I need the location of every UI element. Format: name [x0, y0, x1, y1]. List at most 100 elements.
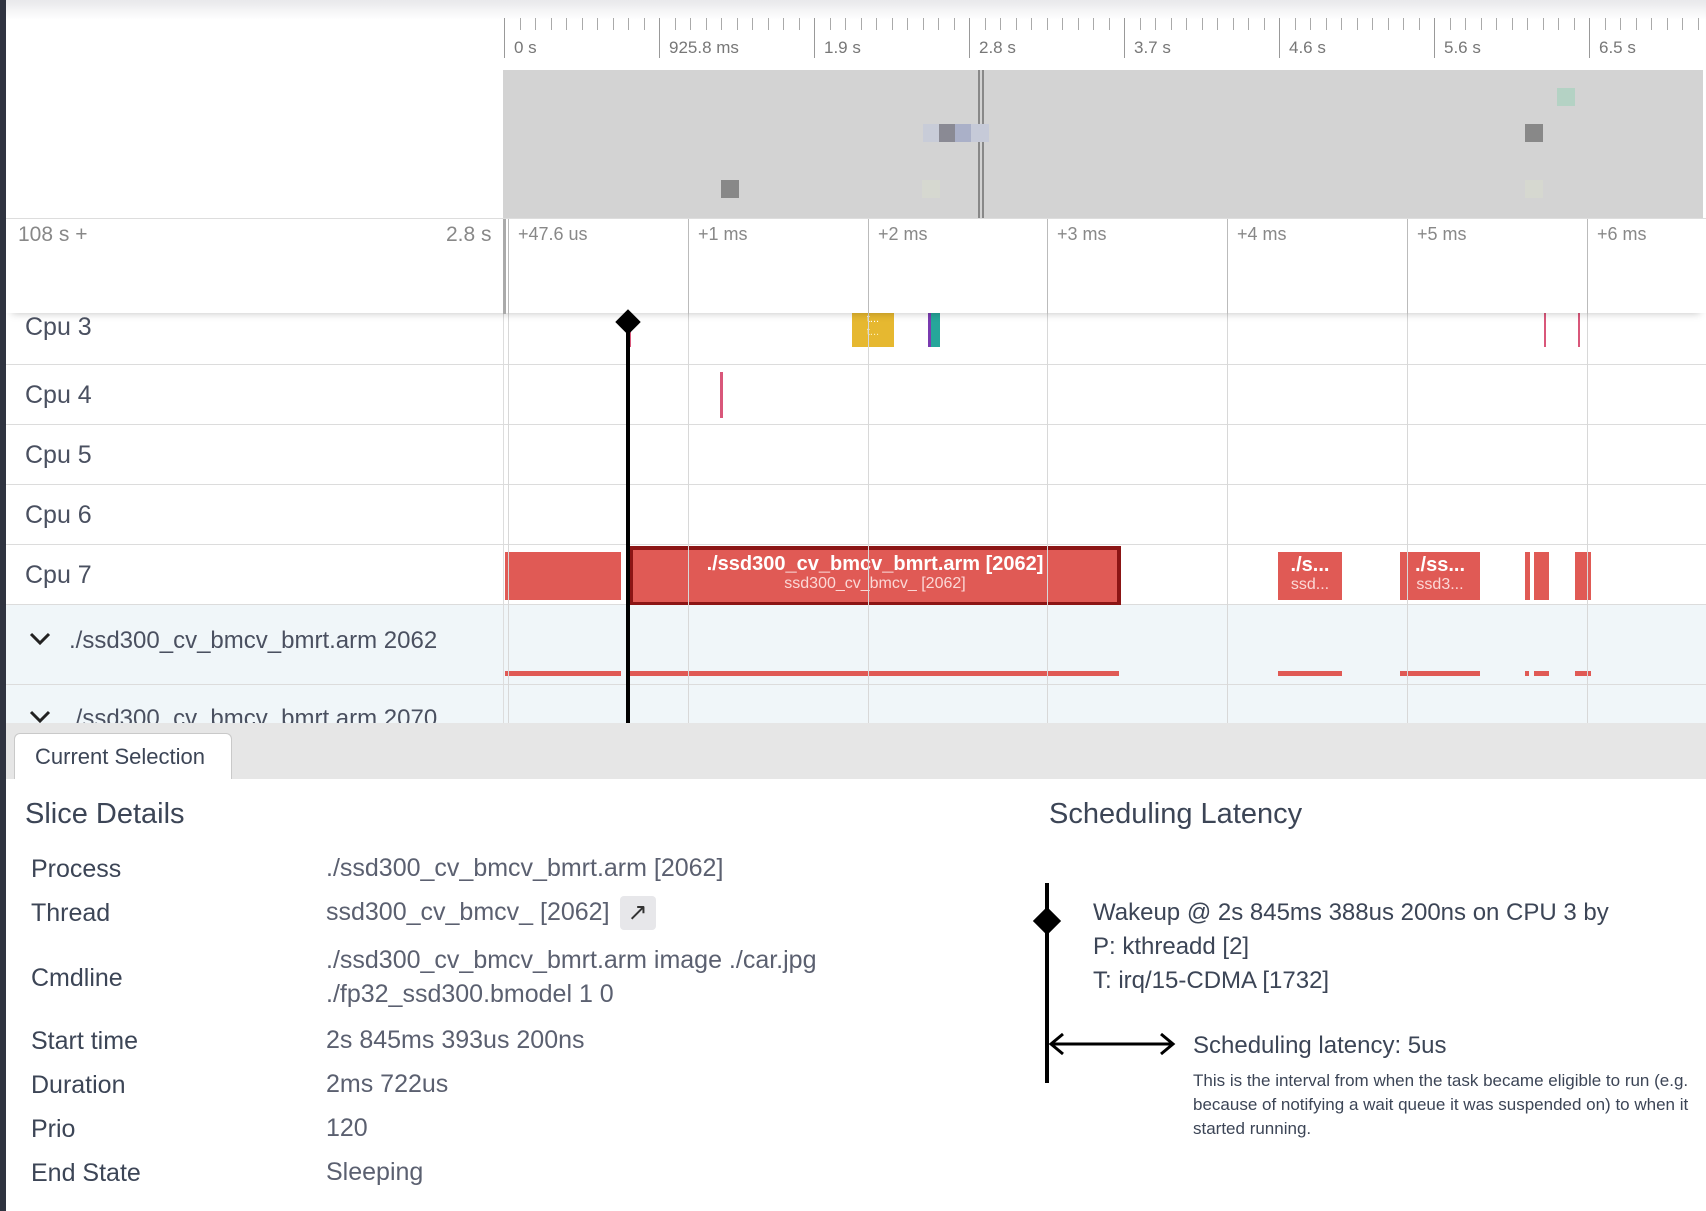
overview-minor-tick: [1000, 18, 1001, 30]
cpu7-slice[interactable]: [1534, 552, 1549, 600]
overview-ruler[interactable]: 0 s 925.8 ms 1.9 s 2.8 s 3.7 s 4.6 s 5.6 s 6.5 …: [503, 14, 1703, 60]
overview-minor-tick: [721, 18, 722, 30]
overview-minor-tick: [1155, 18, 1156, 30]
track-canvas[interactable]: t... t...: [503, 313, 1706, 364]
overview-major-tick: [1124, 18, 1125, 58]
perfetto-ui: 0 s 925.8 ms 1.9 s 2.8 s 3.7 s 4.6 s 5.6 s 6.5 …: [0, 0, 1706, 1211]
overview-minor-tick: [550, 18, 552, 30]
overview-minor-tick: [1201, 18, 1203, 30]
thread-name: ssd300_cv_bmcv_ [2062]: [326, 898, 610, 926]
track-process-2062[interactable]: ./ssd300_cv_bmcv_bmrt.arm 2062: [6, 605, 1706, 685]
overview-minor-tick: [798, 18, 800, 30]
cpu7-slice[interactable]: [1525, 552, 1530, 600]
cpu4-slice-pink[interactable]: [720, 372, 723, 418]
ruler-tick: [1227, 219, 1228, 314]
overview-activity-block: [1525, 124, 1543, 142]
overview-activity-block: [1525, 180, 1543, 198]
slice-subtitle: ssd...: [1290, 576, 1330, 593]
cpu3-slice-pink[interactable]: [1578, 313, 1580, 347]
track-process-2070[interactable]: ./ssd300_cv_bmcv_bmrt.arm 2070: [6, 685, 1706, 723]
slice-title: ./ssd300_cv_bmcv_bmrt.arm [2062]: [706, 553, 1044, 575]
overview-heatmap[interactable]: [503, 70, 1703, 218]
overview-minor-tick: [1573, 18, 1575, 30]
overview-minor-tick: [1697, 18, 1699, 30]
ruler-offset-time: 2.8 s: [446, 223, 492, 246]
track-cpu7[interactable]: Cpu 7 ./ssd300_cv_bmcv_bmrt.arm [2062] s…: [6, 545, 1706, 606]
overview-minor-tick: [1108, 18, 1110, 30]
cpu7-slice[interactable]: ./ss... ssd3...: [1400, 552, 1480, 600]
detail-value-start-time: 2s 845ms 393us 200ns: [326, 1026, 585, 1054]
wakeup-text: Wakeup @ 2s 845ms 388us 200ns on CPU 3 b…: [1093, 899, 1609, 926]
overview-minor-tick: [1666, 18, 1668, 30]
waker-process: P: kthreadd [2]: [1093, 933, 1250, 960]
track-label: Cpu 3: [25, 313, 92, 341]
detail-key: Duration: [31, 1071, 126, 1099]
cpu3-slice-pink[interactable]: [1544, 313, 1546, 347]
ruler-tick: [1047, 219, 1048, 314]
overview-minor-tick: [1031, 18, 1032, 30]
overview-minor-tick: [1635, 18, 1637, 30]
process-activity-bar: [1278, 671, 1342, 676]
track-canvas[interactable]: [503, 605, 1706, 684]
overview-tick-label: 2.8 s: [979, 38, 1016, 57]
track-area[interactable]: Cpu 3 t... t... Cpu 4 Cpu 5 Cpu 6 Cpu 7 …: [6, 313, 1706, 723]
overview-visible-window-marker[interactable]: [978, 70, 984, 218]
overview-minor-tick: [1449, 18, 1451, 30]
detail-key: Cmdline: [31, 964, 123, 992]
waker-thread: T: irq/15-CDMA [1732]: [1093, 967, 1330, 994]
track-canvas[interactable]: [503, 485, 1706, 544]
detail-value-duration: 2ms 722us: [326, 1070, 449, 1098]
chevron-down-icon[interactable]: [28, 709, 52, 723]
overview-activity-block: [721, 180, 739, 198]
ruler-tick: [508, 219, 509, 314]
track-grid-line: [1407, 313, 1408, 723]
overview-minor-tick: [1496, 18, 1497, 30]
track-canvas[interactable]: [503, 685, 1706, 723]
cpu7-slice[interactable]: [505, 552, 621, 600]
overview-minor-tick: [938, 18, 939, 30]
overview-minor-tick: [1620, 18, 1621, 30]
overview-minor-tick: [767, 18, 769, 30]
overview-minor-tick: [535, 18, 536, 30]
overview-minor-tick: [1232, 18, 1234, 30]
overview-tick-label: 1.9 s: [824, 38, 861, 57]
track-canvas[interactable]: [503, 425, 1706, 484]
overview-minor-tick: [1248, 18, 1249, 30]
overview-major-tick: [814, 18, 815, 58]
detail-value-thread: ssd300_cv_bmcv_ [2062] ↗: [326, 895, 656, 931]
chevron-down-icon[interactable]: [28, 631, 52, 652]
overview-minor-tick: [1077, 18, 1079, 30]
overview-activity-block: [1557, 88, 1575, 106]
detail-key: Process: [31, 855, 122, 883]
slice-subtitle: ssd3...: [1416, 576, 1464, 593]
cpu3-slice-purple[interactable]: [928, 313, 931, 347]
cpu7-slice[interactable]: [1575, 552, 1591, 600]
time-ruler[interactable]: 108 s + 2.8 s +47.6 us +1 ms +2 ms +3 ms +4 …: [6, 218, 1706, 314]
ruler-divider[interactable]: [503, 219, 506, 314]
overview-minor-tick: [1341, 18, 1342, 30]
ruler-tick-label: +2 ms: [878, 224, 928, 244]
detail-key: End State: [31, 1159, 141, 1187]
overview-minor-tick: [1139, 18, 1141, 30]
process-activity-bar: [629, 671, 1119, 676]
track-canvas[interactable]: ./ssd300_cv_bmcv_bmrt.arm [2062] ssd300_…: [503, 545, 1706, 606]
detail-value-cmdline: ./ssd300_cv_bmcv_bmrt.arm image ./car.jp…: [326, 943, 816, 1011]
track-cpu3[interactable]: Cpu 3 t... t...: [6, 313, 1706, 365]
overview-minor-tick: [674, 18, 676, 30]
track-cpu6[interactable]: Cpu 6: [6, 485, 1706, 545]
tab-current-selection[interactable]: Current Selection: [14, 733, 232, 781]
arrow-up-right-icon[interactable]: ↗: [619, 896, 656, 931]
slice-subtitle: t...: [866, 326, 880, 338]
ruler-tick-label: +5 ms: [1417, 224, 1467, 244]
cpu7-slice[interactable]: ./s... ssd...: [1278, 552, 1342, 600]
overview-minor-tick: [628, 18, 629, 30]
wakeup-flag-line: [626, 313, 630, 723]
track-cpu5[interactable]: Cpu 5: [6, 425, 1706, 485]
detail-key: Start time: [31, 1027, 138, 1055]
track-grid-line: [868, 313, 869, 723]
cpu3-slice-yellow[interactable]: t... t...: [852, 313, 894, 347]
process-track-label: ./ssd300_cv_bmcv_bmrt.arm 2062: [69, 627, 438, 654]
track-canvas[interactable]: [503, 365, 1706, 424]
track-label: Cpu 7: [25, 561, 92, 589]
track-cpu4[interactable]: Cpu 4: [6, 365, 1706, 425]
